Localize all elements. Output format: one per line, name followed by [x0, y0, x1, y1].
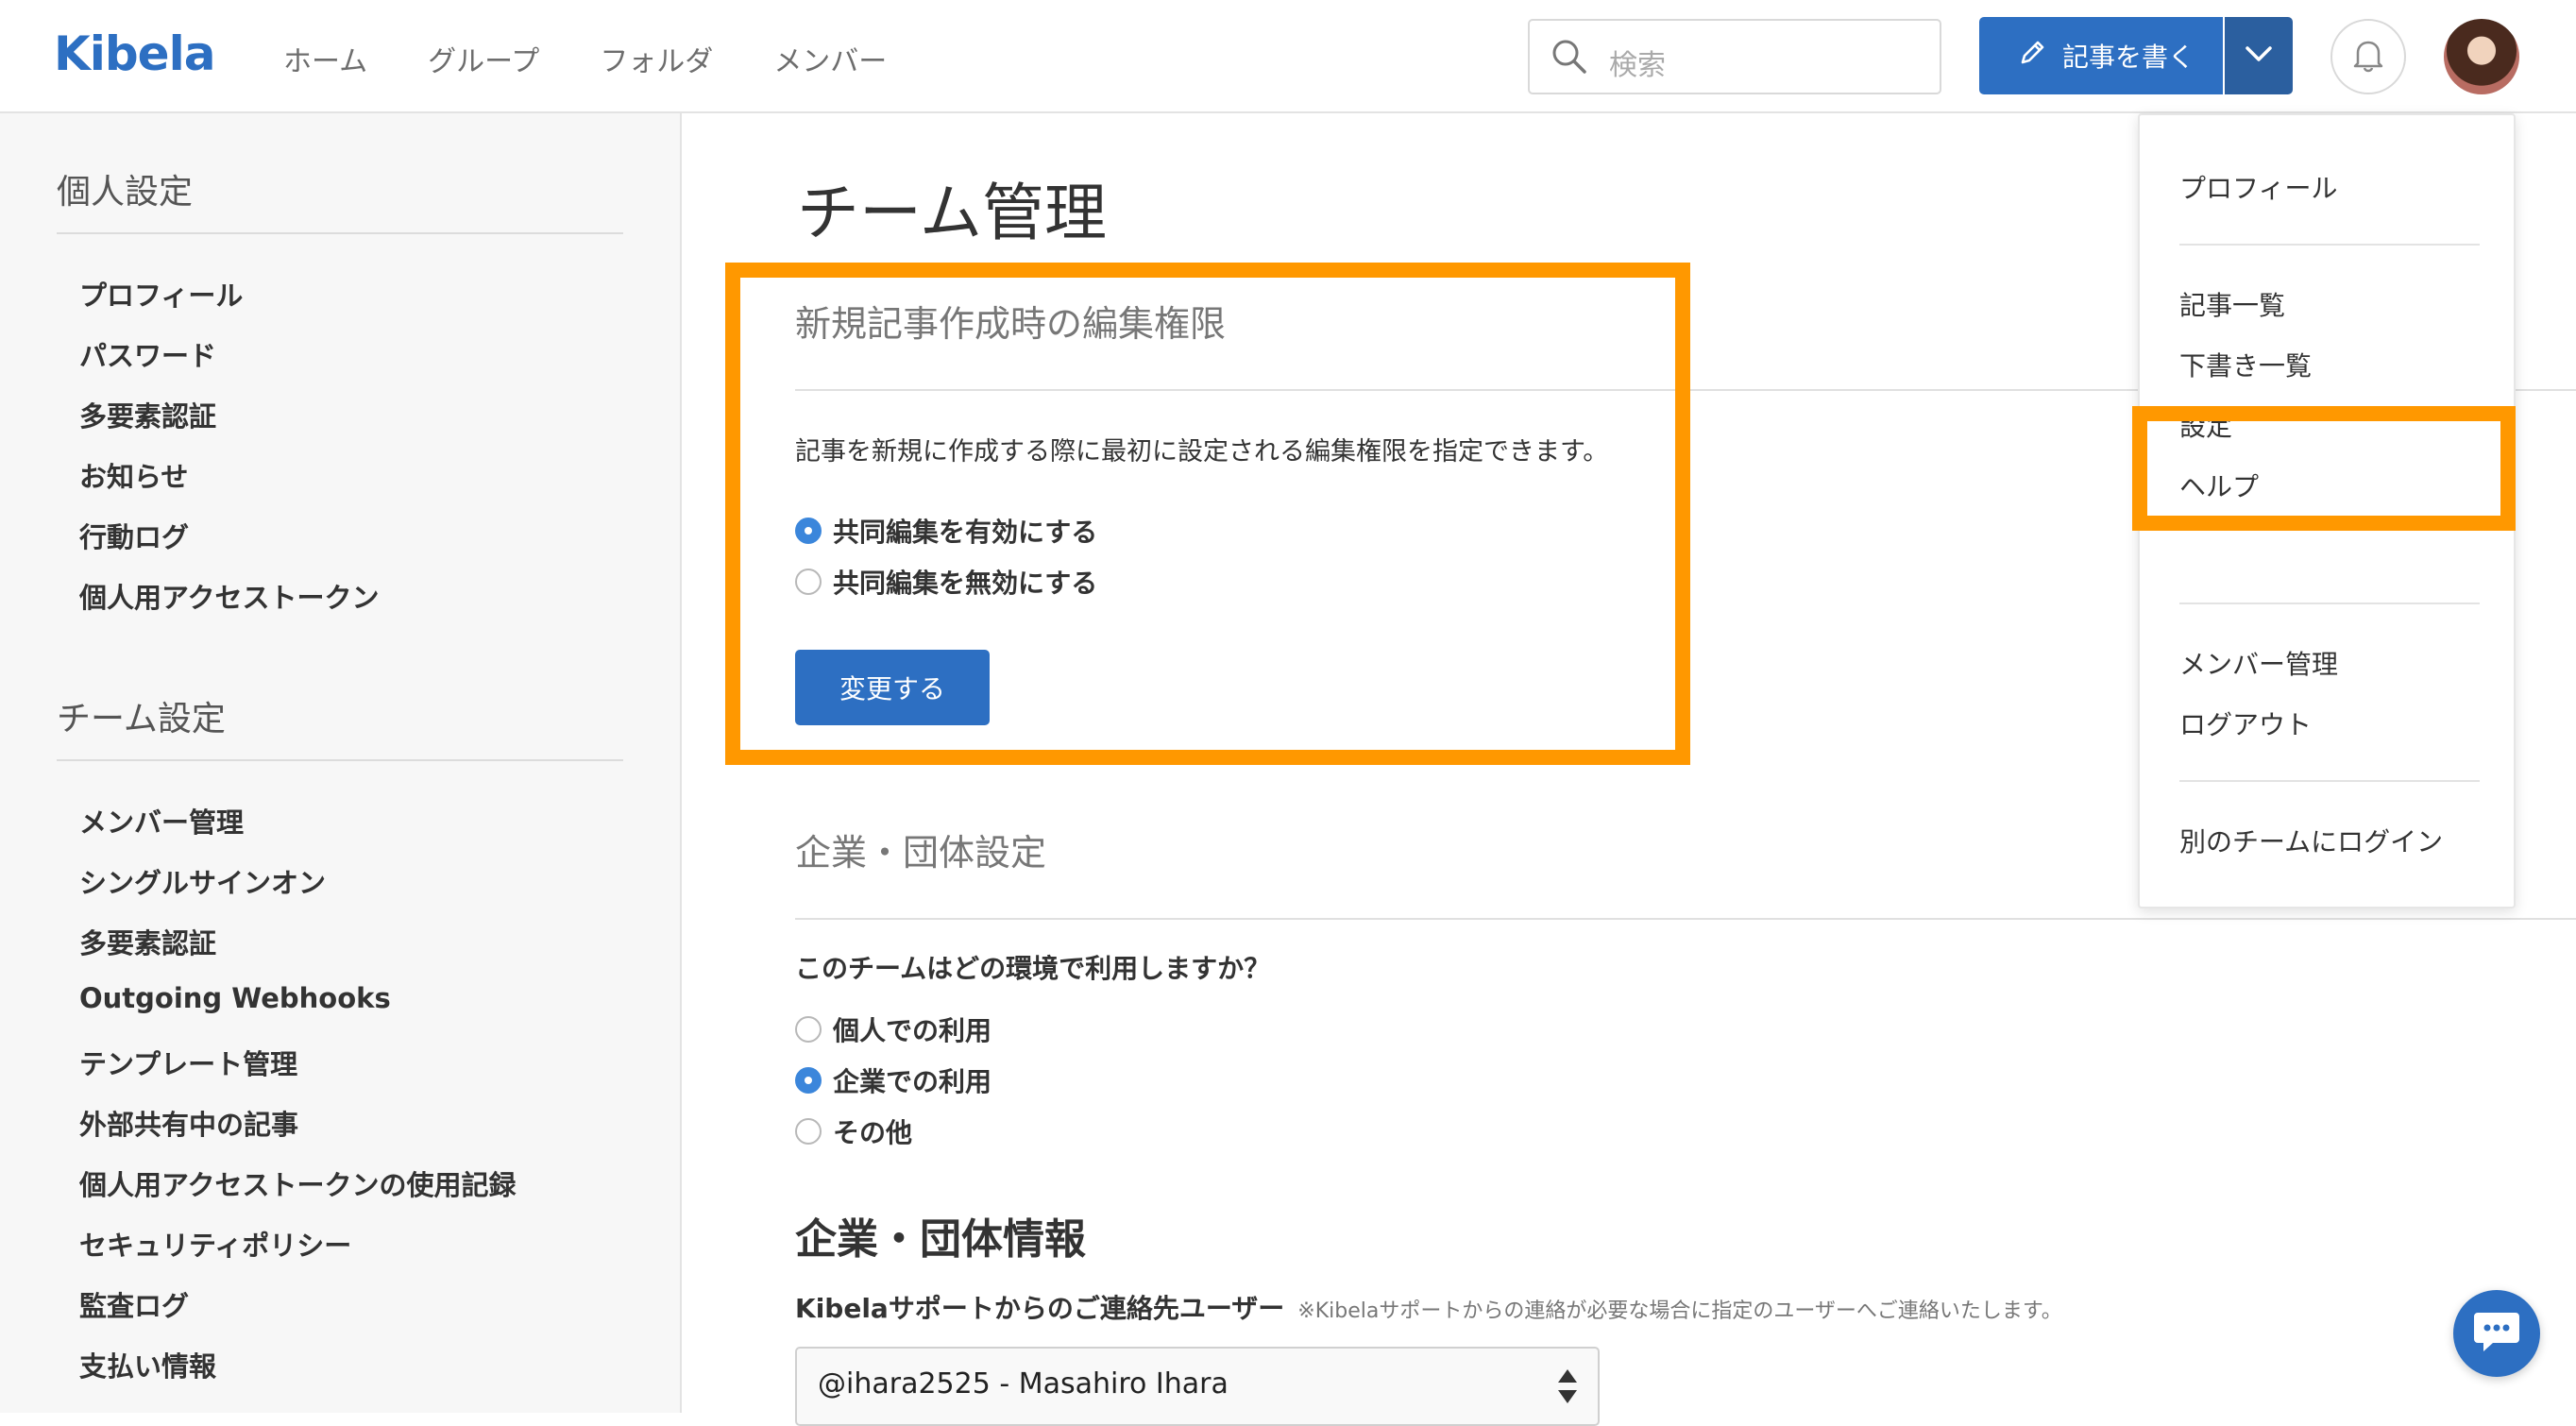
team-settings-heading: チーム設定	[57, 700, 226, 738]
org-info-title: 企業・団体情報	[795, 1215, 1086, 1264]
edit-permission-description: 記事を新規に作成する際に最初に設定される編集権限を指定できます。	[795, 437, 1609, 467]
menu-item-settings[interactable]: 設定	[2179, 406, 2463, 448]
radio-label: 共同編集を無効にする	[833, 568, 1098, 599]
org-settings-title: 企業・団体設定	[795, 832, 1047, 874]
nav-home[interactable]: ホーム	[283, 38, 367, 79]
nav-groups[interactable]: グループ	[428, 38, 539, 79]
edit-permission-title: 新規記事作成時の編集権限	[795, 303, 1227, 345]
write-article-button[interactable]: 記事を書く	[1979, 17, 2223, 94]
personal-settings-heading: 個人設定	[57, 173, 194, 212]
radio-button-checked[interactable]	[795, 1067, 822, 1094]
contact-user-label-text: Kibelaサポートからのご連絡先ユーザー	[795, 1293, 1285, 1324]
nav-folders[interactable]: フォルダ	[600, 38, 713, 79]
menu-item-logout[interactable]: ログアウト	[2179, 705, 2312, 742]
change-button[interactable]: 変更する	[795, 650, 990, 725]
support-chat-button[interactable]	[2453, 1290, 2540, 1377]
sidebar-item-team-mfa[interactable]: 多要素認証	[79, 922, 216, 961]
search-input[interactable]: 検索	[1528, 19, 1941, 94]
user-avatar[interactable]	[2444, 19, 2519, 94]
radio-button[interactable]	[795, 1118, 822, 1145]
sidebar-item-profile[interactable]: プロフィール	[79, 274, 243, 314]
sidebar-item-templates[interactable]: テンプレート管理	[79, 1043, 297, 1082]
contact-user-select[interactable]: @ihara2525 - Masahiro Ihara	[795, 1347, 1600, 1426]
menu-item-articles[interactable]: 記事一覧	[2179, 285, 2285, 323]
sidebar-item-audit-log[interactable]: 監査ログ	[79, 1284, 189, 1324]
menu-item-member-management[interactable]: メンバー管理	[2179, 644, 2338, 682]
radio-label: その他	[833, 1117, 913, 1148]
main-nav: ホーム グループ フォルダ メンバー	[283, 38, 887, 79]
chat-icon	[2472, 1309, 2521, 1358]
sidebar-item-member-management[interactable]: メンバー管理	[79, 801, 244, 840]
select-arrows-icon	[1556, 1366, 1579, 1415]
sidebar-item-mfa[interactable]: 多要素認証	[79, 395, 216, 434]
contact-user-note: ※Kibelaサポートからの連絡が必要な場合に指定のユーザーへご連絡いたします。	[1297, 1299, 2062, 1323]
pencil-icon	[2017, 38, 2047, 75]
sidebar-item-security-policy[interactable]: セキュリティポリシー	[79, 1224, 351, 1264]
radio-enable-coedit[interactable]: 共同編集を有効にする	[795, 512, 1097, 550]
radio-other-use[interactable]: その他	[795, 1112, 912, 1150]
radio-personal-use[interactable]: 個人での利用	[795, 1010, 991, 1048]
write-options-toggle[interactable]	[2225, 17, 2293, 94]
divider	[2179, 780, 2480, 782]
kibela-logo[interactable]: Kibela	[54, 26, 215, 81]
sidebar-item-password[interactable]: パスワード	[79, 334, 216, 374]
menu-item-profile[interactable]: プロフィール	[2179, 168, 2337, 206]
nav-members[interactable]: メンバー	[773, 38, 887, 79]
divider	[57, 232, 623, 234]
menu-item-help[interactable]: ヘルプ	[2179, 467, 2259, 504]
menu-item-drafts[interactable]: 下書き一覧	[2179, 346, 2312, 383]
bell-icon	[2352, 37, 2384, 76]
sidebar-item-activity-log[interactable]: 行動ログ	[79, 516, 189, 555]
usage-question: このチームはどの環境で利用しますか？	[795, 953, 1271, 984]
divider	[2179, 603, 2480, 604]
search-icon	[1551, 38, 1588, 79]
sidebar-item-sso[interactable]: シングルサインオン	[79, 861, 326, 901]
contact-user-value: @ihara2525 - Masahiro Ihara	[818, 1367, 1229, 1401]
user-dropdown-menu: プロフィール 記事一覧 下書き一覧 ヘルプ 設定 メンバー管理 ログアウト 別の…	[2138, 113, 2516, 908]
page-title: チーム管理	[797, 177, 1108, 249]
menu-item-switch-team[interactable]: 別のチームにログイン	[2179, 822, 2443, 859]
divider	[2179, 244, 2480, 246]
sidebar-item-billing[interactable]: 支払い情報	[79, 1345, 216, 1384]
radio-business-use[interactable]: 企業での利用	[795, 1061, 991, 1099]
search-placeholder: 検索	[1609, 49, 1666, 82]
radio-button[interactable]	[795, 1016, 822, 1043]
divider	[57, 759, 623, 761]
sidebar-item-notifications[interactable]: お知らせ	[79, 455, 188, 495]
settings-sidebar: 個人設定 プロフィール パスワード 多要素認証 お知らせ 行動ログ 個人用アクセ…	[0, 113, 682, 1413]
write-article-label: 記事を書く	[2062, 42, 2195, 73]
radio-label: 企業での利用	[833, 1066, 992, 1097]
radio-button-checked[interactable]	[795, 518, 822, 544]
notifications-button[interactable]	[2330, 19, 2406, 94]
sidebar-item-token-usage[interactable]: 個人用アクセストークンの使用記録	[79, 1163, 517, 1203]
radio-button[interactable]	[795, 569, 822, 595]
sidebar-item-access-tokens[interactable]: 個人用アクセストークン	[79, 576, 380, 616]
radio-label: 共同編集を有効にする	[833, 517, 1098, 548]
top-bar: Kibela ホーム グループ フォルダ メンバー 検索 記事を書く	[0, 0, 2576, 113]
sidebar-item-webhooks[interactable]: Outgoing Webhooks	[79, 982, 391, 1014]
radio-label: 個人での利用	[833, 1015, 992, 1046]
divider	[795, 918, 2576, 920]
contact-user-label: Kibelaサポートからのご連絡先ユーザー ※Kibelaサポートからの連絡が必…	[795, 1288, 2062, 1326]
chevron-down-icon	[2245, 44, 2273, 67]
radio-disable-coedit[interactable]: 共同編集を無効にする	[795, 563, 1097, 601]
sidebar-item-shared-articles[interactable]: 外部共有中の記事	[79, 1103, 298, 1143]
